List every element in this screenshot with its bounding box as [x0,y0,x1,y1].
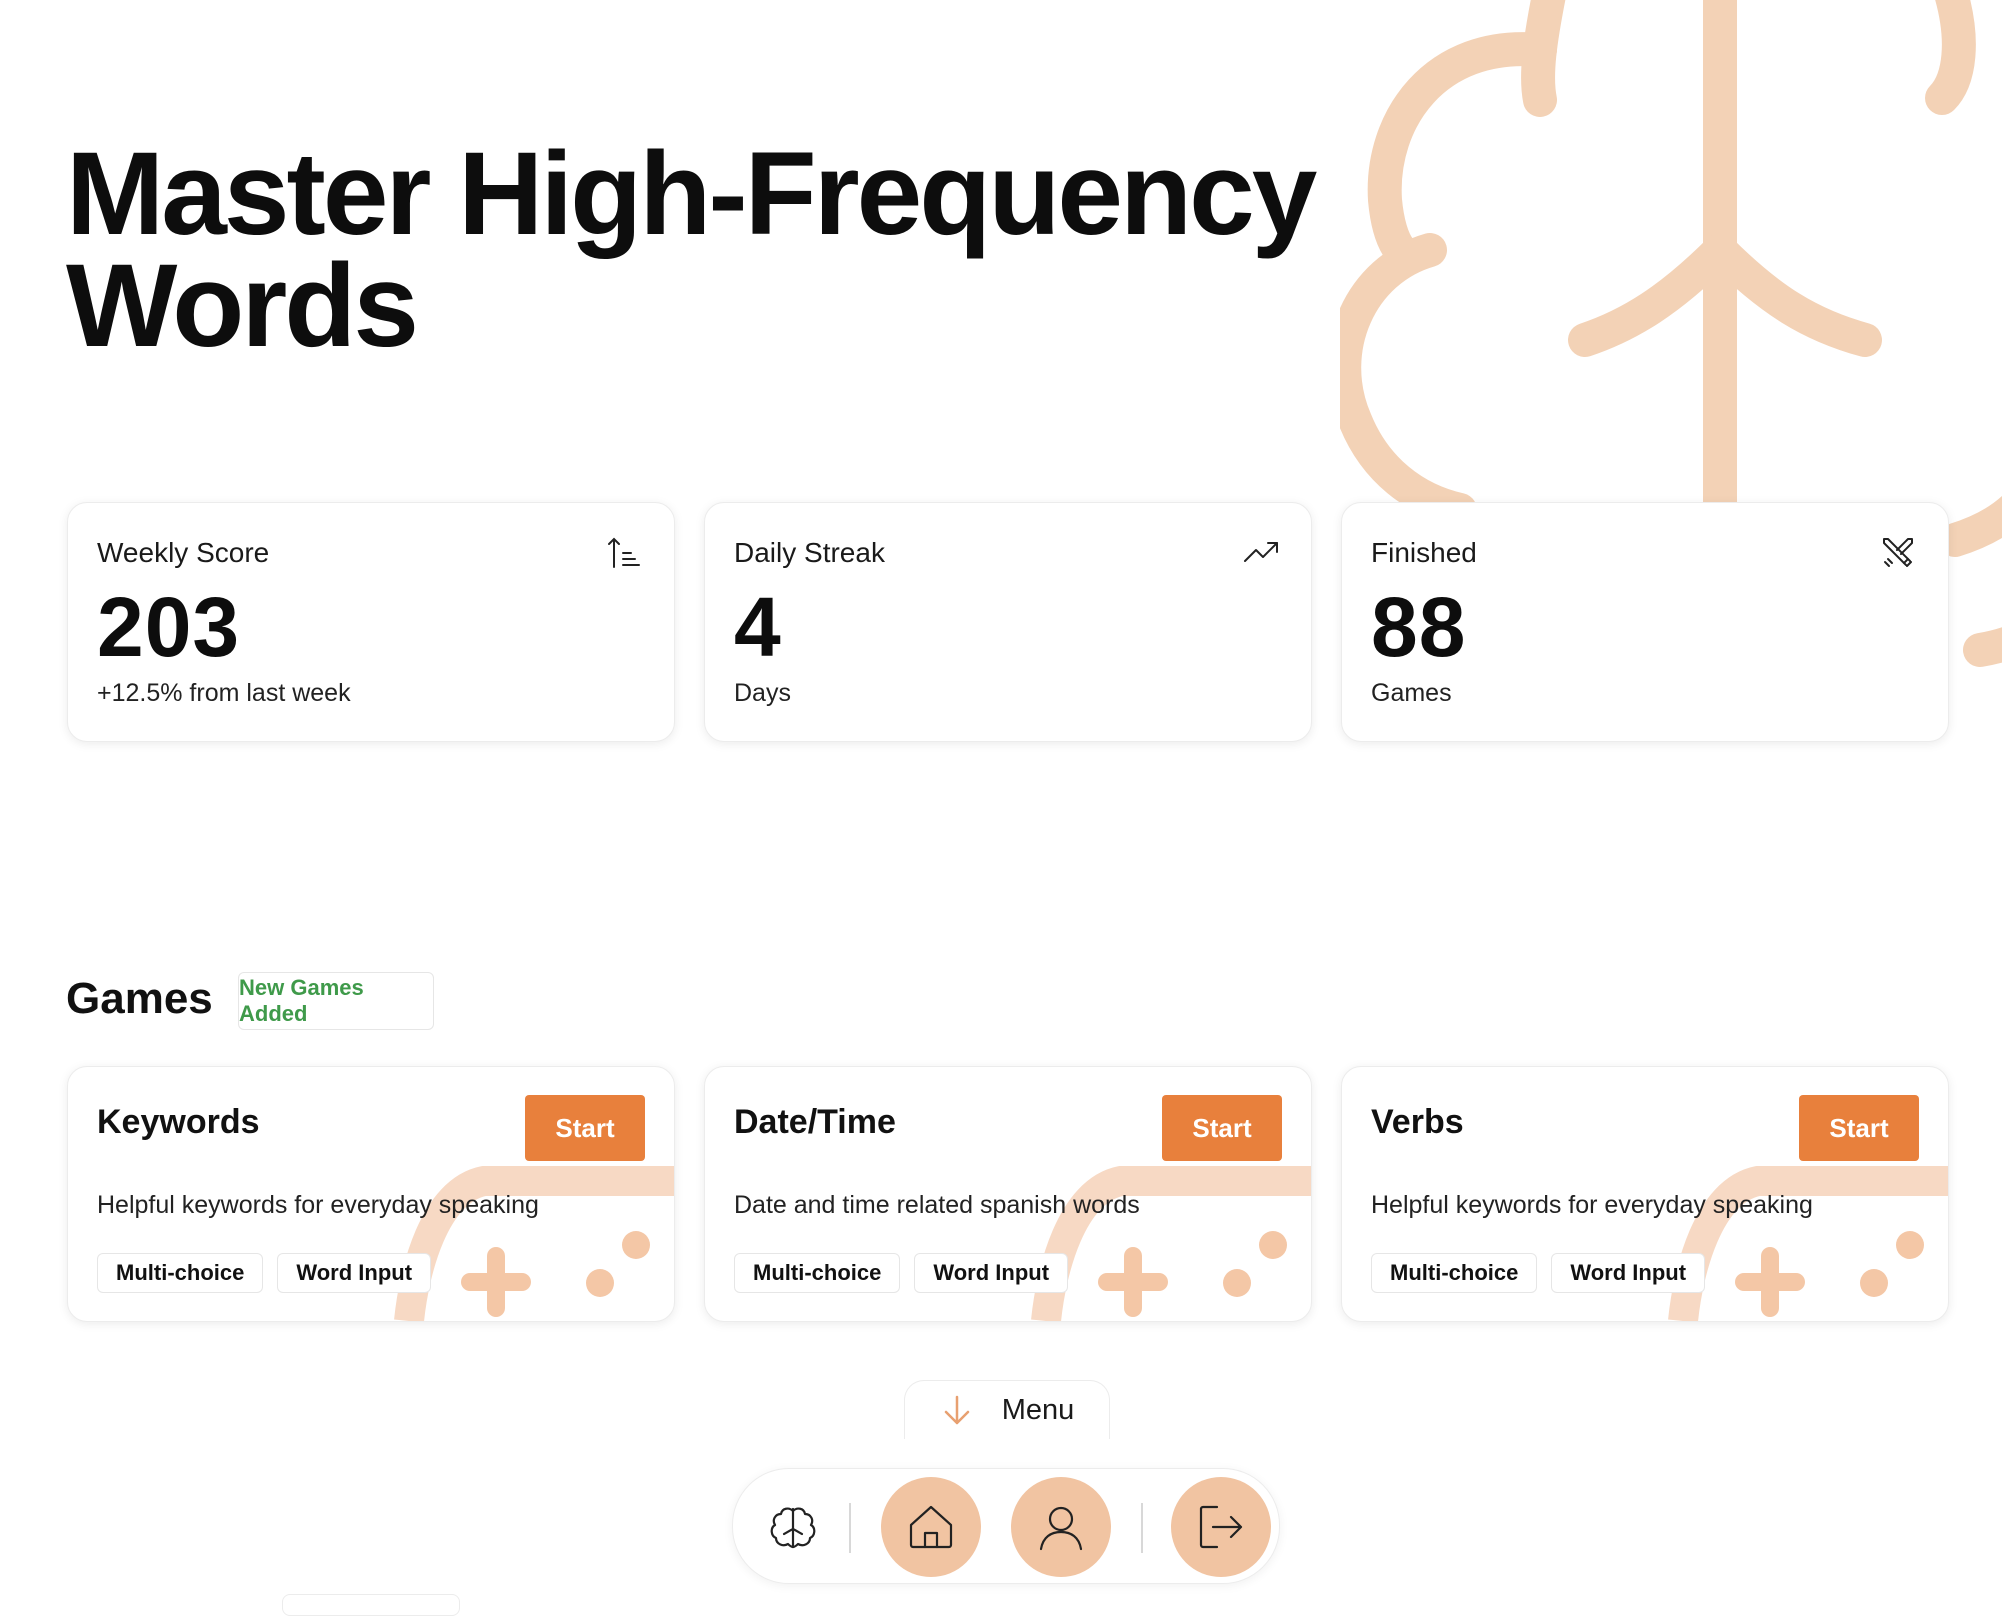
partial-element [282,1594,460,1616]
game-description: Helpful keywords for everyday speaking [97,1191,539,1219]
page-title: Master High-Frequency Words [66,128,1317,372]
menu-toggle[interactable]: Menu [904,1380,1110,1439]
stat-value: 4 [734,580,782,674]
game-tags: Multi-choice Word Input [734,1253,1069,1293]
nav-profile-button[interactable] [1011,1477,1111,1577]
game-description: Helpful keywords for everyday speaking [1371,1191,1813,1219]
sort-ascending-icon [608,537,640,568]
start-button[interactable]: Start [1162,1095,1282,1161]
stat-value: 203 [97,580,241,674]
nav-divider [1141,1503,1143,1553]
stat-subtext: Days [734,679,791,707]
daily-streak-card: Daily Streak 4 Days [704,502,1312,742]
start-button[interactable]: Start [525,1095,645,1161]
tag-word-input: Word Input [277,1253,432,1293]
game-tags: Multi-choice Word Input [1371,1253,1706,1293]
nav-home-button[interactable] [881,1477,981,1577]
new-games-badge: New Games Added [238,972,434,1030]
game-card-date-time: Date/Time Start Date and time related sp… [704,1066,1312,1322]
game-tags: Multi-choice Word Input [97,1253,432,1293]
stat-subtext: Games [1371,679,1452,707]
menu-label: Menu [1001,1393,1075,1426]
tag-word-input: Word Input [1551,1253,1706,1293]
home-icon [909,1505,953,1549]
gamepad-decoration-icon [1031,1166,1311,1321]
game-description: Date and time related spanish words [734,1191,1140,1219]
weekly-score-card: Weekly Score 203 +12.5% from last week [67,502,675,742]
arrow-down-icon [944,1395,969,1425]
stat-label: Finished [1371,537,1477,568]
logout-icon [1199,1505,1243,1549]
games-section-title: Games [66,974,213,1023]
stat-subtext: +12.5% from last week [97,679,351,707]
tag-word-input: Word Input [914,1253,1069,1293]
gamepad-decoration-icon [1668,1166,1948,1321]
stat-label: Weekly Score [97,537,270,568]
brain-icon [770,1507,816,1549]
game-card-keywords: Keywords Start Helpful keywords for ever… [67,1066,675,1322]
nav-logout-button[interactable] [1171,1477,1271,1577]
game-card-verbs: Verbs Start Helpful keywords for everyda… [1341,1066,1949,1322]
start-button[interactable]: Start [1799,1095,1919,1161]
user-icon [1039,1506,1083,1551]
bottom-nav [732,1468,1280,1584]
game-title: Verbs [1371,1103,1464,1141]
crossed-swords-icon [1883,538,1913,567]
finished-card: Finished 88 Games [1341,502,1949,742]
game-title: Keywords [97,1103,260,1141]
stat-label: Daily Streak [734,537,885,568]
nav-divider [849,1503,851,1553]
nav-brain-button[interactable] [743,1477,843,1577]
gamepad-decoration-icon [394,1166,674,1321]
tag-multi-choice: Multi-choice [97,1253,264,1293]
trending-up-icon [1244,542,1278,562]
game-title: Date/Time [734,1103,896,1141]
tag-multi-choice: Multi-choice [734,1253,901,1293]
tag-multi-choice: Multi-choice [1371,1253,1538,1293]
stat-value: 88 [1371,580,1467,674]
